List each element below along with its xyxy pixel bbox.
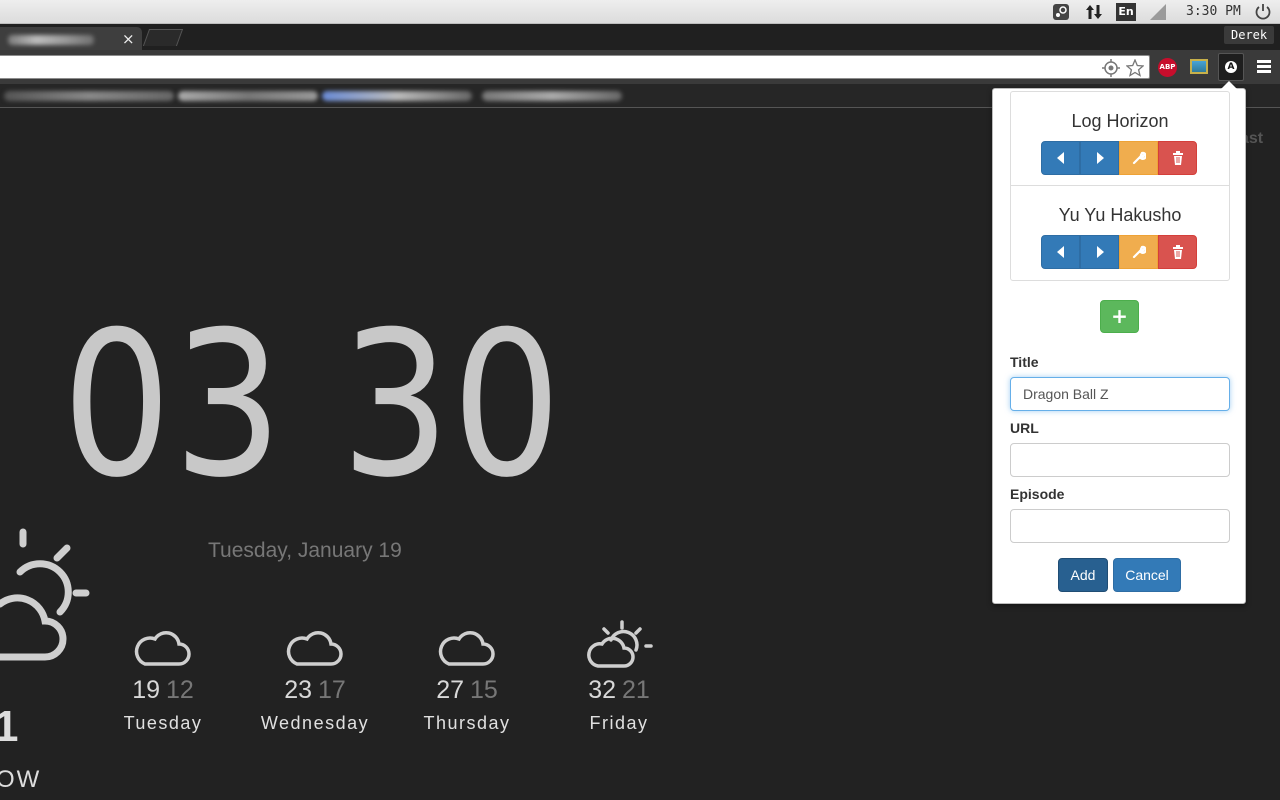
forecast-day-label: Wednesday (260, 713, 370, 733)
url-label: URL (1010, 420, 1039, 436)
forecast-high: 19 (132, 676, 160, 704)
cancel-button[interactable]: Cancel (1113, 558, 1181, 592)
large-clock: 03 30 (62, 306, 563, 506)
show-button-group (1041, 235, 1197, 269)
caret-right-icon (1096, 246, 1104, 258)
show-list: Log Horizon Yu Yu Hakusho (1010, 91, 1230, 281)
trash-icon (1172, 245, 1183, 259)
next-episode-button[interactable] (1080, 141, 1119, 175)
show-title[interactable]: Yu Yu Hakusho (1011, 205, 1229, 226)
power-icon[interactable] (1254, 3, 1272, 21)
forecast-low: 21 (622, 676, 650, 704)
steam-icon[interactable] (1052, 3, 1070, 21)
today-label: OW (0, 766, 42, 793)
system-clock[interactable]: 3:30 PM (1186, 4, 1241, 19)
edit-show-button[interactable] (1119, 141, 1158, 175)
forecast-low: 15 (470, 676, 498, 704)
clock-minutes: 30 (340, 289, 564, 522)
bookmark-star-icon[interactable] (1126, 59, 1144, 77)
delete-show-button[interactable] (1158, 235, 1197, 269)
profile-button[interactable]: Derek (1224, 26, 1275, 44)
add-button[interactable]: Add (1058, 558, 1108, 592)
bookmark-item[interactable] (178, 91, 318, 101)
location-icon[interactable] (1102, 59, 1120, 77)
current-date: Tuesday, January 19 (208, 539, 402, 562)
cloud-icon (438, 631, 495, 666)
partly-sunny-icon (0, 528, 90, 661)
bookmark-item[interactable] (322, 91, 472, 101)
caret-right-icon (1096, 152, 1104, 164)
browser-toolbar: ABP (0, 50, 1280, 84)
forecast-high: 23 (284, 676, 312, 704)
forecast-high: 32 (588, 676, 616, 704)
forecast-day-label: Friday (589, 713, 649, 733)
forecast-day-label: Thursday (423, 713, 511, 733)
cloud-icon (134, 631, 191, 666)
bookmark-item[interactable] (482, 91, 622, 101)
tab-title-blurred (8, 35, 94, 45)
forecast-low: 12 (166, 676, 194, 704)
caret-left-icon (1056, 152, 1064, 164)
forecast-day-label: Tuesday (123, 713, 203, 733)
forecast-day: 23 17 Wednesday (250, 620, 380, 734)
forecast-low: 17 (318, 676, 346, 704)
tab-active[interactable]: × (0, 27, 142, 50)
partly-sunny-icon (587, 620, 653, 668)
anime-tracker-extension-icon[interactable]: A (1218, 53, 1244, 81)
keyboard-language-icon[interactable]: En (1116, 3, 1136, 21)
os-top-bar: En 3:30 PM (0, 0, 1280, 24)
wrench-icon (1132, 151, 1146, 165)
list-item: Yu Yu Hakusho (1011, 186, 1229, 280)
caret-left-icon (1056, 246, 1064, 258)
address-bar[interactable] (0, 55, 1150, 79)
title-field[interactable] (1010, 377, 1230, 411)
tab-strip: × (0, 24, 1280, 50)
chrome-menu-icon[interactable] (1257, 60, 1271, 75)
edit-show-button[interactable] (1119, 235, 1158, 269)
bookmark-item[interactable] (4, 91, 174, 101)
previous-episode-button[interactable] (1041, 235, 1080, 269)
network-transfer-icon[interactable] (1085, 3, 1103, 21)
anime-tracker-popup: Log Horizon Yu Yu Hakusho + Title Dragon… (992, 81, 1246, 604)
signal-icon[interactable] (1149, 3, 1167, 21)
next-episode-button[interactable] (1080, 235, 1119, 269)
forecast-day: 27 15 Thursday (402, 620, 532, 734)
show-button-group (1041, 141, 1197, 175)
cloud-icon (286, 631, 343, 666)
today-temperature: 1 (0, 702, 19, 751)
clock-hours: 03 (62, 289, 285, 522)
url-field[interactable] (1010, 443, 1230, 477)
episode-label: Episode (1010, 486, 1065, 502)
forecast-day: 32 21 Friday (554, 620, 684, 734)
adblock-icon[interactable]: ABP (1158, 58, 1177, 77)
forecast-high: 27 (436, 676, 464, 704)
new-tab-button[interactable] (142, 29, 184, 46)
trash-icon (1172, 151, 1183, 165)
title-label: Title (1010, 354, 1039, 370)
list-item: Log Horizon (1011, 92, 1229, 186)
image-extension-icon[interactable] (1190, 59, 1208, 74)
delete-show-button[interactable] (1158, 141, 1197, 175)
previous-episode-button[interactable] (1041, 141, 1080, 175)
wrench-icon (1132, 245, 1146, 259)
add-show-button[interactable]: + (1100, 300, 1139, 333)
forecast-day: 19 12 Tuesday (98, 620, 228, 734)
episode-field[interactable] (1010, 509, 1230, 543)
show-title[interactable]: Log Horizon (1011, 111, 1229, 132)
close-icon[interactable]: × (122, 30, 135, 48)
